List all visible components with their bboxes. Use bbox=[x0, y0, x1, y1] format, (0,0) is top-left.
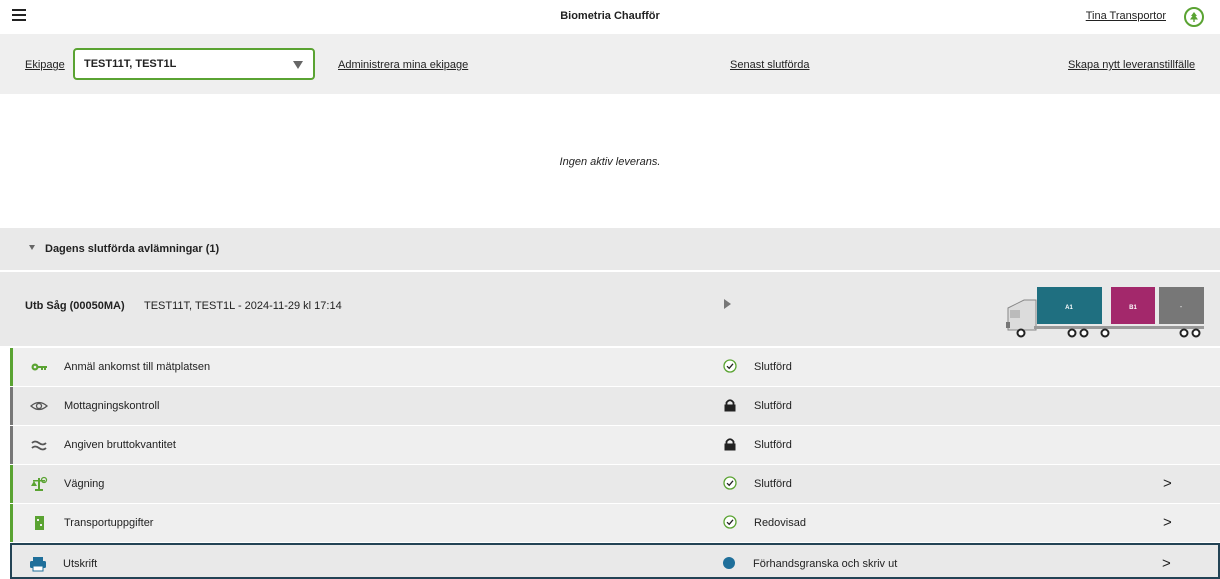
step-row-arrival[interactable]: Anmäl ankomst till mätplatsen Slutförd bbox=[10, 348, 1220, 386]
check-circle-icon bbox=[723, 515, 737, 529]
scale-icon bbox=[31, 476, 48, 491]
lock-icon bbox=[724, 438, 736, 451]
trailer-bed bbox=[1034, 326, 1204, 329]
lock-icon bbox=[724, 399, 736, 412]
collapse-caret-icon bbox=[29, 245, 35, 250]
create-delivery-link[interactable]: Skapa nytt leveranstillfälle bbox=[1068, 59, 1195, 71]
delivery-name: Utb Såg (00050MA) bbox=[25, 300, 125, 312]
chevron-right-icon[interactable]: > bbox=[1162, 555, 1171, 572]
top-bar: Biometria Chaufför Tina Transportor bbox=[0, 0, 1220, 34]
play-icon[interactable] bbox=[724, 299, 731, 309]
completed-deliveries-header[interactable]: Dagens slutförda avlämningar (1) bbox=[0, 228, 1220, 270]
manage-ekipage-link[interactable]: Administrera mina ekipage bbox=[338, 59, 468, 71]
user-name-link[interactable]: Tina Transportor bbox=[1086, 10, 1166, 22]
step-row-weighing[interactable]: Vägning Slutförd > bbox=[10, 465, 1220, 503]
eye-icon bbox=[30, 401, 48, 411]
document-icon bbox=[35, 516, 44, 530]
step-row-gross-quantity[interactable]: Angiven bruttokvantitet Slutförd bbox=[10, 426, 1220, 464]
dot-icon bbox=[723, 557, 735, 569]
step-status: Slutförd bbox=[754, 361, 792, 373]
step-label: Utskrift bbox=[63, 558, 98, 570]
truck-wheels bbox=[1016, 328, 1201, 338]
truck-illustration: A1 B1 - bbox=[1006, 287, 1204, 338]
chevron-right-icon[interactable]: > bbox=[1163, 475, 1172, 492]
step-label: Anmäl ankomst till mätplatsen bbox=[64, 361, 211, 373]
key-icon bbox=[31, 363, 47, 371]
step-status: Slutförd bbox=[754, 439, 792, 451]
app-title: Biometria Chaufför bbox=[560, 10, 660, 22]
step-row-inspection[interactable]: Mottagningskontroll Slutförd bbox=[10, 387, 1220, 425]
ekipage-label-link[interactable]: Ekipage bbox=[25, 59, 65, 71]
compartment-b1-label: B1 bbox=[1129, 305, 1137, 311]
step-row-transport-info[interactable]: Transportuppgifter Redovisad > bbox=[10, 504, 1220, 542]
dropdown-arrow-icon bbox=[293, 61, 303, 69]
ekipage-select[interactable]: TEST11T, TEST1L bbox=[73, 48, 315, 80]
section-title: Dagens slutförda avlämningar (1) bbox=[45, 243, 220, 255]
step-row-print[interactable]: Utskrift Förhandsgranska och skriv ut > bbox=[10, 543, 1220, 579]
check-circle-icon bbox=[723, 476, 737, 490]
truck-cab-icon bbox=[1006, 299, 1037, 331]
active-delivery-area: Ingen aktiv leverans. bbox=[0, 94, 1220, 228]
approx-icon bbox=[31, 440, 47, 451]
step-label: Mottagningskontroll bbox=[64, 400, 160, 412]
ekipage-select-value: TEST11T, TEST1L bbox=[84, 58, 177, 70]
step-status: Slutförd bbox=[754, 400, 792, 412]
step-status: Förhandsgranska och skriv ut bbox=[753, 558, 898, 570]
chevron-right-icon[interactable]: > bbox=[1163, 514, 1172, 531]
check-circle-icon bbox=[723, 359, 737, 373]
printer-icon bbox=[30, 557, 46, 572]
delivery-info: TEST11T, TEST1L - 2024-11-29 kl 17:14 bbox=[144, 300, 342, 312]
compartment-a1-label: A1 bbox=[1065, 305, 1073, 311]
step-status: Slutförd bbox=[754, 478, 792, 490]
recent-completed-link[interactable]: Senast slutförda bbox=[730, 59, 810, 71]
empty-message: Ingen aktiv leverans. bbox=[559, 156, 661, 168]
step-label: Transportuppgifter bbox=[64, 517, 154, 529]
step-label: Vägning bbox=[64, 478, 105, 490]
user-avatar-icon[interactable] bbox=[1184, 7, 1204, 27]
step-status: Redovisad bbox=[754, 517, 806, 529]
step-label: Angiven bruttokvantitet bbox=[64, 439, 176, 451]
ekipage-toolbar: Ekipage TEST11T, TEST1L Administrera min… bbox=[0, 34, 1220, 94]
